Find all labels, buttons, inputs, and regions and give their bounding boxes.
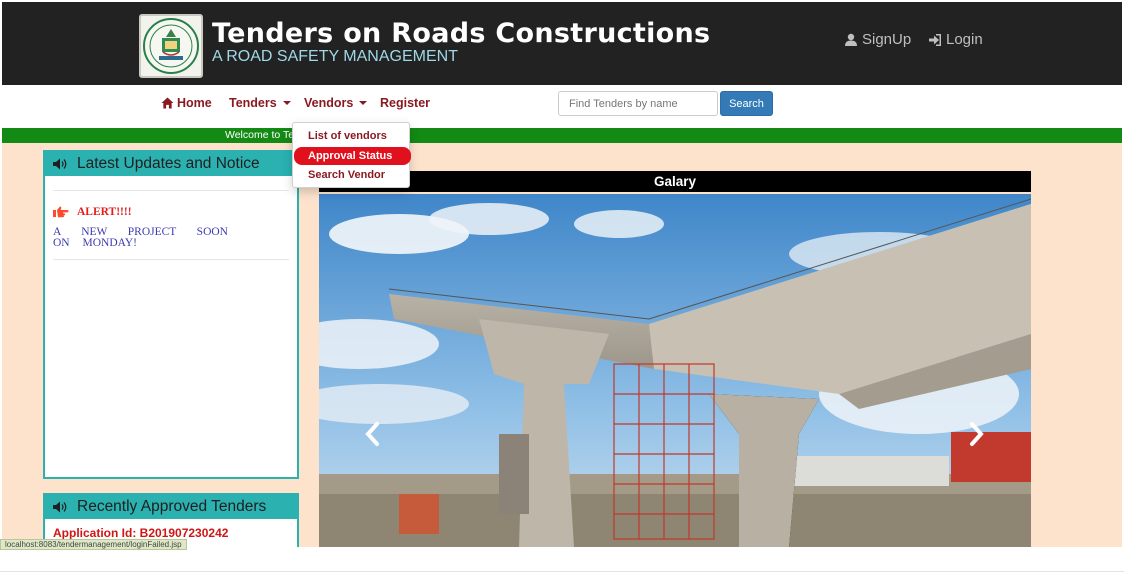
updates-panel-title: Latest Updates and Notice [77, 155, 260, 172]
nav-home-label: Home [177, 96, 212, 110]
login-icon [929, 33, 941, 46]
hand-right-icon [53, 206, 69, 218]
carousel-next[interactable] [964, 419, 988, 449]
nav-vendors-label: Vendors [304, 96, 354, 110]
emblem-icon [143, 18, 199, 74]
main-navbar: Home Tenders Vendors Register Search [2, 85, 1122, 125]
tender-search-input[interactable] [558, 91, 718, 116]
nav-tenders[interactable]: Tenders [229, 96, 291, 110]
browser-status-url: localhost:8083/tendermanagement/loginFai… [0, 539, 187, 550]
chevron-down-icon [359, 101, 368, 105]
carousel-prev[interactable] [361, 419, 385, 449]
page: Tenders on Roads Constructions A ROAD SA… [0, 0, 1124, 572]
approved-entry[interactable]: Application Id: B201907230242 [45, 526, 297, 540]
login-label: Login [946, 31, 983, 48]
alert-item: ALERT!!!! [53, 206, 289, 218]
gallery-title: Galary [319, 171, 1031, 192]
approved-panel-title: Recently Approved Tenders [77, 498, 267, 515]
site-title: Tenders on Roads Constructions [212, 18, 711, 49]
updates-panel-header: Latest Updates and Notice [45, 152, 297, 176]
site-header: Tenders on Roads Constructions A ROAD SA… [2, 2, 1122, 85]
nav-vendors[interactable]: Vendors [304, 96, 368, 110]
nav-home[interactable]: Home [161, 96, 212, 110]
search-button[interactable]: Search [720, 91, 773, 116]
alert-title: ALERT!!!! [77, 206, 132, 218]
menu-item-search-vendor[interactable]: Search Vendor [294, 166, 410, 184]
updates-panel: Latest Updates and Notice ALERT!!!! A NE… [43, 150, 299, 479]
vendors-dropdown-menu: List of vendors Approval Status Search V… [292, 122, 411, 188]
updates-list: ALERT!!!! A NEW PROJECT SOON ON MONDAY! [45, 190, 297, 260]
chevron-left-icon [365, 422, 379, 446]
volume-icon [53, 158, 67, 170]
home-icon [161, 97, 174, 109]
signup-label: SignUp [862, 31, 912, 48]
divider [53, 259, 289, 260]
divider [53, 190, 289, 191]
nav-tenders-label: Tenders [229, 96, 277, 110]
bridge-construction-image [319, 194, 1031, 547]
user-icon [845, 33, 857, 46]
menu-item-approval-status[interactable]: Approval Status [294, 147, 411, 165]
notice-text: A NEW PROJECT SOON ON MONDAY! [53, 226, 228, 249]
chevron-down-icon [282, 101, 291, 105]
site-logo[interactable] [139, 14, 203, 78]
approved-panel-header: Recently Approved Tenders [45, 495, 297, 519]
nav-register[interactable]: Register [380, 96, 430, 110]
chevron-right-icon [970, 422, 984, 446]
menu-item-list-of-vendors[interactable]: List of vendors [294, 127, 410, 145]
main-content: Latest Updates and Notice ALERT!!!! A NE… [2, 143, 1122, 547]
gallery-carousel [319, 194, 1031, 547]
signup-link[interactable]: SignUp [844, 31, 911, 48]
volume-icon [53, 501, 67, 513]
login-link[interactable]: Login [928, 31, 983, 48]
site-subtitle: A ROAD SAFETY MANAGEMENT [212, 48, 458, 65]
welcome-ticker: Welcome to Tenders [2, 128, 1122, 143]
nav-register-label: Register [380, 96, 431, 110]
